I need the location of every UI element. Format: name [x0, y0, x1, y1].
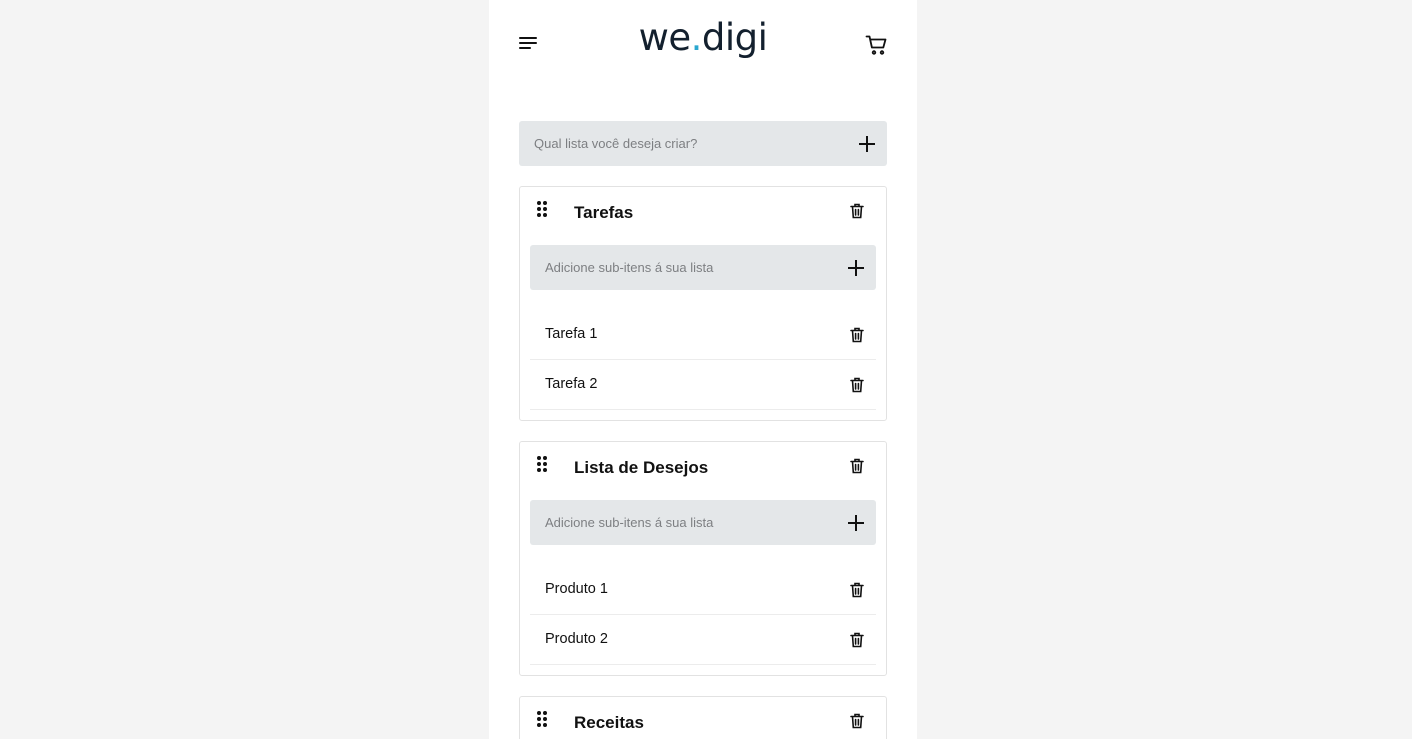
list-title: Receitas: [574, 713, 644, 732]
subitem-list: Tarefa 1 Tarefa 2: [530, 310, 876, 410]
delete-item-trash-icon[interactable]: [850, 632, 864, 648]
list-item-label: Tarefa 1: [545, 326, 598, 342]
list-title: Lista de Desejos: [574, 458, 709, 477]
add-subitem-plus-icon[interactable]: [848, 514, 864, 531]
list-card-tarefas: Tarefas Tarefa 1 Tarefa 2: [519, 186, 887, 421]
add-subitem-input[interactable]: [530, 245, 840, 290]
delete-item-trash-icon[interactable]: [850, 327, 864, 343]
list-item-label: Tarefa 2: [545, 376, 598, 392]
add-subitem-input[interactable]: [530, 500, 840, 545]
list-item[interactable]: Tarefa 1: [530, 310, 876, 360]
new-list-field: [519, 121, 887, 166]
delete-item-trash-icon[interactable]: [850, 377, 864, 393]
drag-handle-icon[interactable]: [537, 201, 548, 217]
list-card-lista-de-desejos: Lista de Desejos Produto 1 Produto 2: [519, 441, 887, 676]
delete-list-trash-icon[interactable]: [850, 713, 864, 729]
shopping-cart-icon[interactable]: [865, 33, 889, 57]
list-item[interactable]: Produto 2: [530, 615, 876, 665]
logo-dot: .: [690, 16, 703, 59]
list-item[interactable]: Tarefa 2: [530, 360, 876, 410]
app-container: we.digi Tarefas: [489, 0, 917, 739]
drag-handle-icon[interactable]: [537, 711, 548, 727]
drag-handle-icon[interactable]: [537, 456, 548, 472]
add-subitem-field: [530, 500, 876, 545]
list-card-header: Lista de Desejos: [520, 442, 886, 492]
list-item-label: Produto 1: [545, 581, 608, 597]
logo-text-we: we: [638, 16, 692, 59]
delete-item-trash-icon[interactable]: [850, 582, 864, 598]
delete-list-trash-icon[interactable]: [850, 458, 864, 474]
logo-text-digi: digi: [701, 16, 768, 59]
subitem-list: Produto 1 Produto 2: [530, 565, 876, 665]
list-item-label: Produto 2: [545, 631, 608, 647]
list-title: Tarefas: [574, 203, 634, 222]
new-list-input[interactable]: [519, 121, 829, 166]
list-card-header: Receitas: [520, 697, 886, 739]
add-subitem-field: [530, 245, 876, 290]
add-list-plus-icon[interactable]: [859, 135, 875, 152]
logo[interactable]: we.digi: [489, 16, 917, 59]
list-card-receitas: Receitas: [519, 696, 887, 739]
add-subitem-plus-icon[interactable]: [848, 259, 864, 276]
header: we.digi: [489, 0, 917, 100]
list-card-header: Tarefas: [520, 187, 886, 237]
delete-list-trash-icon[interactable]: [850, 203, 864, 219]
list-item[interactable]: Produto 1: [530, 565, 876, 615]
